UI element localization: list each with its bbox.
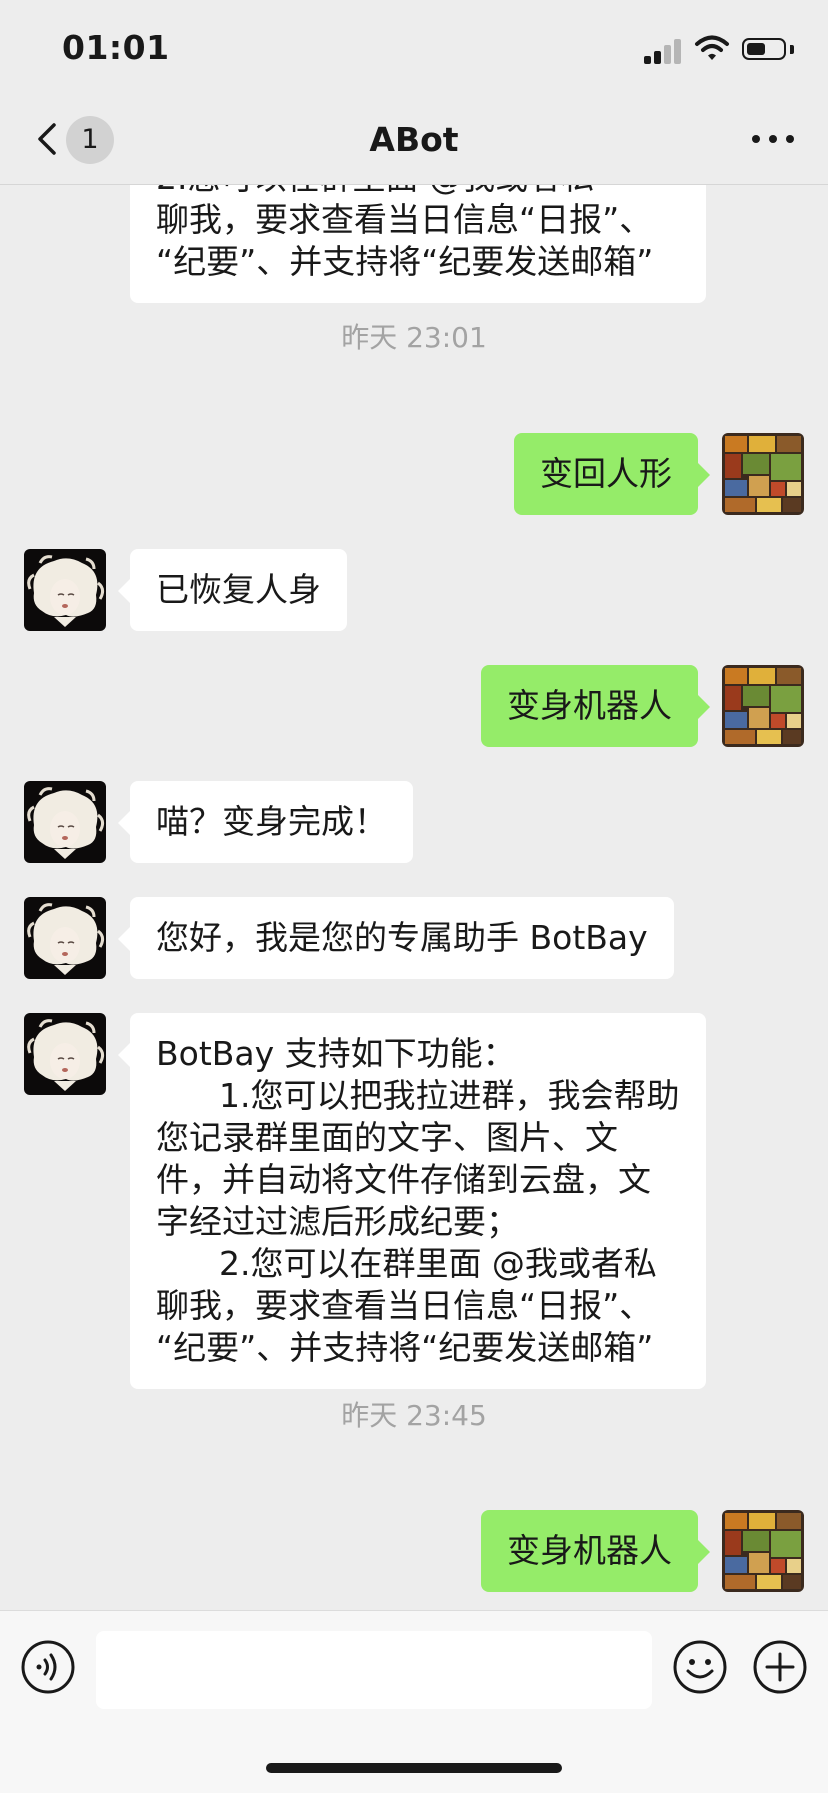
battery-icon	[742, 38, 786, 60]
message-bubble-bot[interactable]: 已恢复人身	[118, 549, 347, 631]
unread-count-badge: 1	[66, 116, 114, 164]
nav-bar: 1 ABot	[0, 96, 828, 185]
message-bubble-user[interactable]: 变身机器人	[481, 665, 710, 747]
status-time: 01:01	[62, 28, 170, 67]
status-icons	[644, 34, 794, 66]
signal-icon	[644, 38, 684, 64]
bot-avatar[interactable]	[24, 897, 106, 979]
wifi-icon	[695, 35, 729, 60]
voice-icon[interactable]	[20, 1639, 76, 1695]
message-timestamp: 昨天 23:01	[341, 321, 487, 354]
input-bar	[0, 1610, 828, 1793]
user-avatar[interactable]	[722, 433, 804, 515]
home-indicator	[266, 1763, 562, 1773]
bot-avatar[interactable]	[24, 1013, 106, 1095]
message-bubble-bot[interactable]: 您好，我是您的专属助手 BotBay	[118, 897, 674, 979]
message-bubble-bot[interactable]: 喵？变身完成！	[118, 781, 413, 863]
bot-avatar[interactable]	[24, 781, 106, 863]
message-input[interactable]	[96, 1631, 652, 1709]
chat-message-list[interactable]: 2.您可以在群里面 @我或者私 聊我，要求查看当日信息“日报”、 “纪要”、并支…	[0, 185, 828, 1610]
message-timestamp: 昨天 23:45	[341, 1399, 487, 1432]
plus-icon[interactable]	[752, 1639, 808, 1695]
bot-avatar[interactable]	[24, 549, 106, 631]
message-bubble-bot[interactable]: BotBay 支持如下功能： 1.您可以把我拉进群，我会帮助 您记录群里面的文字…	[118, 1013, 706, 1389]
message-bubble-user[interactable]: 变回人形	[514, 433, 710, 515]
emoji-icon[interactable]	[672, 1639, 728, 1695]
battery-level	[747, 43, 765, 55]
user-avatar[interactable]	[722, 1510, 804, 1592]
more-dots-icon	[752, 135, 760, 143]
battery-tip	[790, 45, 794, 54]
chat-title: ABot	[369, 120, 459, 159]
chevron-left-icon	[38, 123, 56, 155]
more-button[interactable]	[748, 126, 798, 152]
message-bubble-bot[interactable]: 2.您可以在群里面 @我或者私 聊我，要求查看当日信息“日报”、 “纪要”、并支…	[130, 185, 706, 303]
message-bubble-user[interactable]: 变身机器人	[481, 1510, 710, 1592]
user-avatar[interactable]	[722, 665, 804, 747]
status-bar: 01:01	[0, 0, 828, 96]
back-button[interactable]: 1	[26, 112, 122, 168]
